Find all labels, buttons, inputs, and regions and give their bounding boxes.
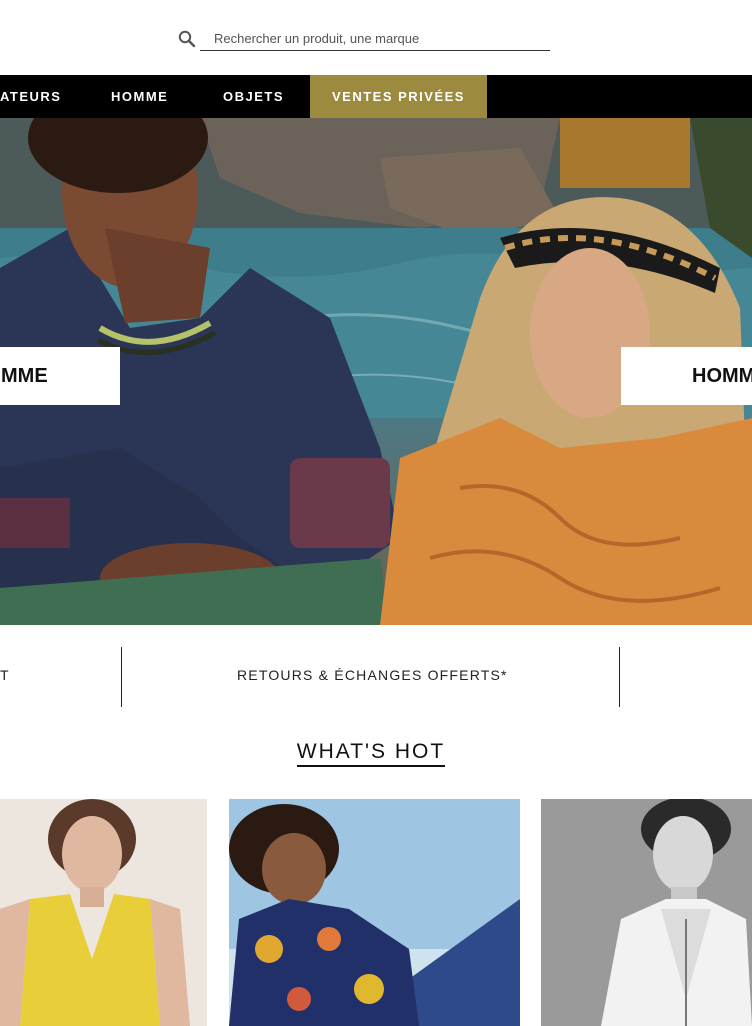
product-image bbox=[541, 799, 752, 1026]
divider bbox=[619, 647, 620, 707]
hero-label-left-text: MME bbox=[1, 365, 48, 387]
search-input[interactable] bbox=[200, 27, 550, 51]
product-card[interactable] bbox=[229, 799, 520, 1026]
nav-item-ventes-privees[interactable]: VENTES PRIVÉES bbox=[310, 75, 487, 118]
info-strip: T RETOURS & ÉCHANGES OFFERTS* bbox=[0, 625, 752, 725]
product-image bbox=[229, 799, 520, 1026]
whats-hot-title[interactable]: WHAT'S HOT bbox=[296, 740, 446, 767]
product-card[interactable] bbox=[541, 799, 752, 1026]
nav-item-objets[interactable]: OBJETS bbox=[223, 75, 284, 118]
main-nav: ATEURS HOMME OBJETS VENTES PRIVÉES bbox=[0, 75, 752, 118]
info-text-left: T bbox=[0, 667, 10, 683]
nav-item-homme[interactable]: HOMME bbox=[111, 75, 168, 118]
hero-label-right[interactable]: HOMM bbox=[621, 347, 752, 405]
hero-label-right-text: HOMM bbox=[692, 365, 752, 387]
product-card[interactable] bbox=[0, 799, 207, 1026]
info-text-returns: RETOURS & ÉCHANGES OFFERTS* bbox=[237, 667, 508, 683]
divider bbox=[121, 647, 122, 707]
whats-hot-header: WHAT'S HOT bbox=[0, 740, 742, 767]
nav-item-createurs[interactable]: ATEURS bbox=[0, 75, 61, 118]
search-icon[interactable] bbox=[178, 30, 196, 48]
hero-label-left[interactable]: MME bbox=[0, 347, 120, 405]
search-bar bbox=[178, 27, 550, 53]
product-image bbox=[0, 799, 207, 1026]
hero-banner[interactable]: MME HOMM bbox=[0, 118, 752, 625]
